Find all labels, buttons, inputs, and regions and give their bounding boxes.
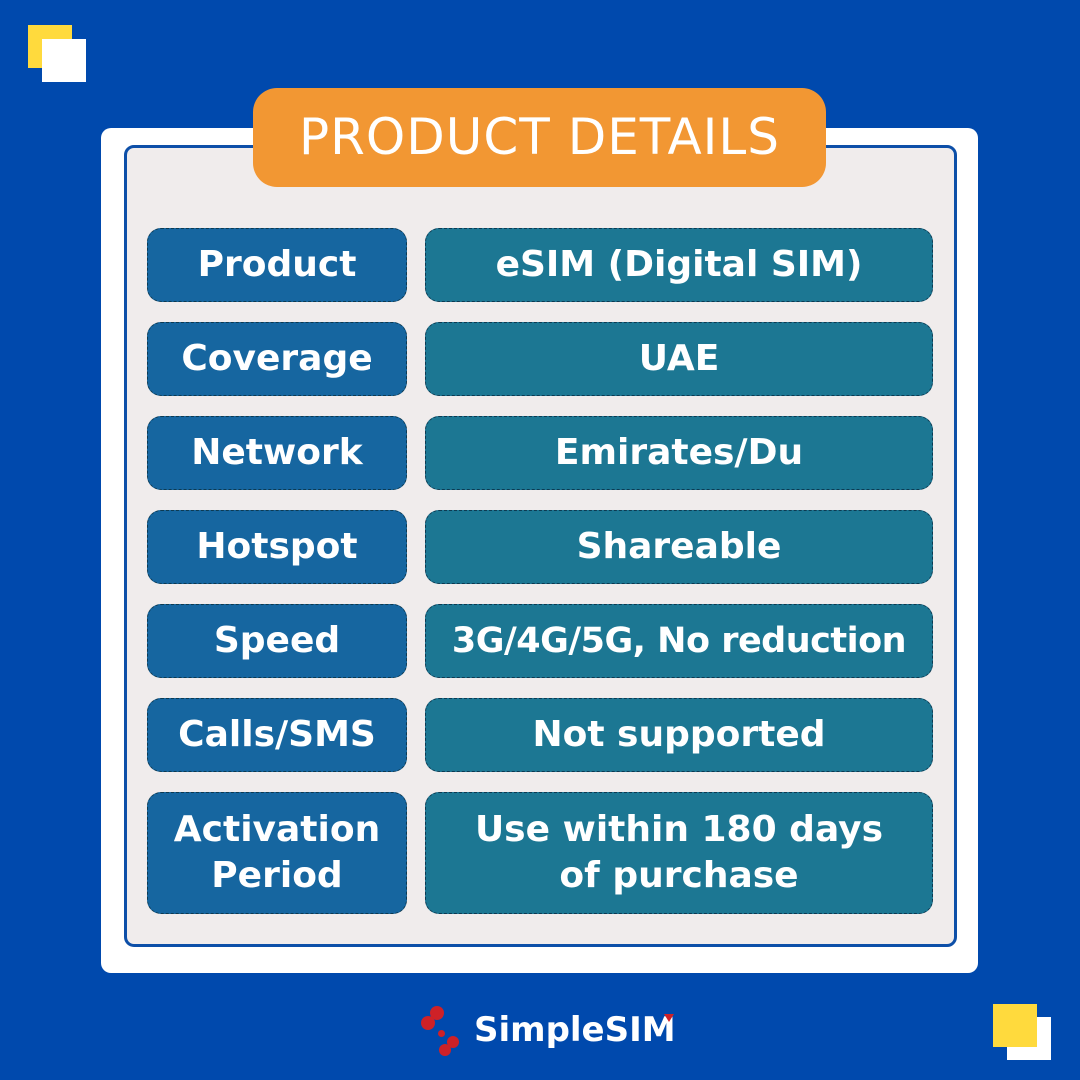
row-value-hotspot: Shareable	[425, 510, 933, 584]
brand-name-text: SimpleSIM	[474, 1010, 676, 1050]
row-label-coverage: Coverage	[147, 322, 407, 396]
decorative-yellow-square-bottom-right	[993, 1004, 1037, 1047]
row-value-activation-line2: of purchase	[559, 855, 799, 896]
brand-logo: SimpleSIM	[418, 1000, 676, 1060]
page-title: PRODUCT DETAILS	[253, 88, 826, 187]
row-label-activation-line2: Period	[211, 855, 343, 896]
row-value-speed: 3G/4G/5G, No reduction	[425, 604, 933, 678]
simplesim-dots-logo-icon	[418, 1002, 468, 1058]
row-value-activation-period: Use within 180 days of purchase	[425, 792, 933, 914]
row-label-hotspot: Hotspot	[147, 510, 407, 584]
row-value-activation-line1: Use within 180 days	[474, 808, 884, 850]
row-value-product: eSIM (Digital SIM)	[425, 228, 933, 302]
row-label-calls-sms: Calls/SMS	[147, 698, 407, 772]
row-value-calls-sms: Not supported	[425, 698, 933, 772]
row-label-speed: Speed	[147, 604, 407, 678]
row-value-coverage: UAE	[425, 322, 933, 396]
row-label-product: Product	[147, 228, 407, 302]
row-label-activation-line1: Activation	[173, 808, 381, 850]
row-label-network: Network	[147, 416, 407, 490]
logo-red-triangle-icon	[663, 1014, 674, 1022]
row-value-network: Emirates/Du	[425, 416, 933, 490]
decorative-white-square-top-left	[42, 39, 86, 82]
row-label-activation-period: Activation Period	[147, 792, 407, 914]
brand-name: SimpleSIM	[474, 1010, 676, 1050]
